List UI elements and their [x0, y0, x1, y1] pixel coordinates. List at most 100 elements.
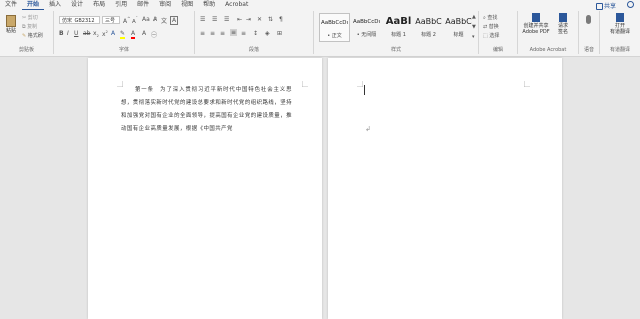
share-button[interactable]: 共享: [595, 1, 616, 10]
change-case-button[interactable]: Aa: [142, 16, 150, 23]
clear-format-icon[interactable]: A̷: [153, 16, 157, 23]
request-signature-button[interactable]: 请求 签名: [552, 13, 574, 35]
signature-icon: [559, 13, 567, 22]
phonetic-guide-icon[interactable]: 文: [161, 16, 167, 25]
create-share-label-2: Adobe PDF: [522, 29, 550, 35]
decrease-indent-icon[interactable]: ⇤: [237, 16, 242, 23]
user-icon[interactable]: [627, 1, 634, 8]
cut-button[interactable]: ✂ 剪切: [22, 14, 38, 21]
enclose-char-icon[interactable]: ㊀: [151, 30, 157, 39]
font-size-combo[interactable]: 三号: [102, 16, 120, 24]
select-icon: ⬚: [483, 33, 488, 39]
replace-label: 替换: [488, 24, 499, 30]
italic-button[interactable]: I: [67, 30, 69, 37]
styles-group: AaBbCcDı • 正文 AaBbCcDı • 无间隔 AaBl 标题 1 A…: [314, 11, 479, 54]
select-button[interactable]: ⬚ 选择: [483, 32, 499, 39]
margin-corner-mark: [357, 81, 363, 87]
char-border-icon[interactable]: A: [170, 16, 179, 25]
tab-1[interactable]: 开始: [22, 1, 45, 10]
increase-indent-icon[interactable]: ⇥: [246, 16, 251, 23]
align-center-icon[interactable]: ≡: [210, 30, 215, 37]
shading-icon[interactable]: ◈: [265, 30, 270, 37]
translate-group-label: 有道翻译: [609, 47, 630, 53]
microphone-icon[interactable]: [586, 15, 591, 24]
format-painter-icon: ✎: [22, 33, 27, 39]
distributed-icon[interactable]: ≡: [241, 30, 246, 37]
acrobat-group-label: Adobe Acrobat: [529, 47, 567, 53]
tab-8[interactable]: 视图: [176, 0, 198, 10]
show-marks-icon[interactable]: ¶: [279, 16, 283, 23]
line-spacing-icon[interactable]: ↕: [253, 30, 258, 37]
bullets-icon[interactable]: ☰: [200, 16, 205, 23]
subscript-button[interactable]: x2: [93, 30, 99, 38]
tab-3[interactable]: 设计: [66, 0, 88, 10]
editing-group-label: 编辑: [492, 47, 503, 53]
clipboard-group-label: 剪贴板: [18, 47, 34, 53]
tab-5[interactable]: 引用: [110, 0, 132, 10]
tab-7[interactable]: 审阅: [154, 0, 176, 10]
style-no-spacing[interactable]: AaBbCcDı • 无间隔: [351, 13, 382, 42]
strikethrough-button[interactable]: ab: [83, 30, 91, 37]
style-name: 标题: [453, 32, 464, 38]
font-name-combo[interactable]: 仿宋_GB2312: [59, 16, 100, 24]
highlight-icon: ✎: [120, 30, 126, 39]
copy-button[interactable]: ⧉ 复制: [22, 23, 37, 30]
style-heading-2[interactable]: AaBbC 标题 2: [413, 13, 444, 42]
chinese-layout-icon[interactable]: ✕: [257, 16, 262, 23]
styles-scroll-down-icon[interactable]: ▼: [472, 24, 476, 30]
style-title[interactable]: AaBbC 标题: [443, 13, 474, 42]
find-button[interactable]: ⌕ 查找: [483, 14, 497, 21]
tab-2[interactable]: 插入: [44, 0, 66, 10]
font-color-button[interactable]: A: [131, 30, 136, 39]
style-preview: AaBbC: [445, 17, 472, 26]
styles-more-icon[interactable]: ▾: [472, 34, 475, 40]
request-sign-label-2: 签名: [557, 29, 568, 35]
style-name: 标题 1: [391, 32, 406, 38]
create-share-pdf-button[interactable]: 创建并共享 Adobe PDF: [521, 13, 551, 35]
underline-button[interactable]: U: [74, 30, 78, 37]
style-normal[interactable]: AaBbCcDı • 正文: [319, 13, 350, 42]
ribbon: 文件 开始 插入 设计 布局 引用 邮件 审阅 视图 帮助 Acrobat 共享 粘贴 ✂ 剪切 ⧉…: [0, 0, 640, 57]
paragraph-group-label: 段落: [248, 47, 259, 53]
margin-corner-mark: [302, 81, 308, 87]
styles-scroll-up-icon[interactable]: ▲: [472, 14, 476, 20]
tab-6[interactable]: 邮件: [132, 0, 154, 10]
align-right-icon[interactable]: ≡: [220, 30, 225, 37]
styles-group-label: 样式: [390, 47, 401, 53]
tab-10[interactable]: Acrobat: [220, 0, 253, 10]
format-painter-label: 格式刷: [27, 33, 43, 39]
acrobat-group: 创建并共享 Adobe PDF 请求 签名 Adobe Acrobat: [518, 11, 579, 54]
font-group-label: 字体: [118, 47, 129, 53]
text-cursor: [364, 85, 365, 95]
multilevel-list-icon[interactable]: ☰: [224, 16, 229, 23]
align-left-icon[interactable]: ≡: [200, 30, 205, 37]
tab-0[interactable]: 文件: [0, 0, 22, 10]
dictation-group-label: 语音: [583, 47, 594, 53]
open-translate-button[interactable]: 打开 有道翻译: [604, 13, 636, 35]
sort-icon[interactable]: ⇅: [268, 16, 273, 23]
highlight-button[interactable]: ✎: [120, 30, 126, 39]
document-paragraph[interactable]: 第一条 为了深入贯彻习近平新时代中国特色社会主义思想，贯彻落实新时代党的建设总要…: [121, 84, 292, 136]
superscript-button[interactable]: x2: [102, 30, 108, 38]
tab-9[interactable]: 帮助: [198, 0, 220, 10]
grow-font-button[interactable]: A^: [123, 16, 130, 25]
style-name: • 无间隔: [356, 32, 377, 38]
translate-group: 打开 有道翻译 有道翻译: [600, 11, 640, 54]
replace-button[interactable]: ⇄ 替换: [483, 23, 499, 30]
justify-icon[interactable]: ≡: [230, 29, 238, 36]
ribbon-tabs: 文件 开始 插入 设计 布局 引用 邮件 审阅 视图 帮助 Acrobat: [0, 0, 640, 10]
format-painter-button[interactable]: ✎ 格式刷: [22, 32, 43, 39]
document-page-2[interactable]: [328, 58, 562, 319]
open-translate-label-2: 有道翻译: [609, 29, 630, 35]
bold-button[interactable]: B: [59, 30, 64, 37]
numbering-icon[interactable]: ☰: [212, 16, 217, 23]
paste-button[interactable]: 粘贴: [3, 15, 19, 35]
shrink-font-button[interactable]: Aˇ: [132, 16, 138, 25]
borders-icon[interactable]: ⊞: [277, 30, 282, 37]
font-group: 仿宋_GB2312 三号 A^ Aˇ Aa A̷ 文 A B I U ab x2…: [54, 11, 195, 54]
text-effects-icon[interactable]: A: [111, 30, 115, 37]
char-shading-icon[interactable]: A: [142, 30, 146, 37]
style-name: 标题 2: [421, 32, 436, 38]
style-heading-1[interactable]: AaBl 标题 1: [383, 13, 414, 42]
tab-4[interactable]: 布局: [88, 0, 110, 10]
